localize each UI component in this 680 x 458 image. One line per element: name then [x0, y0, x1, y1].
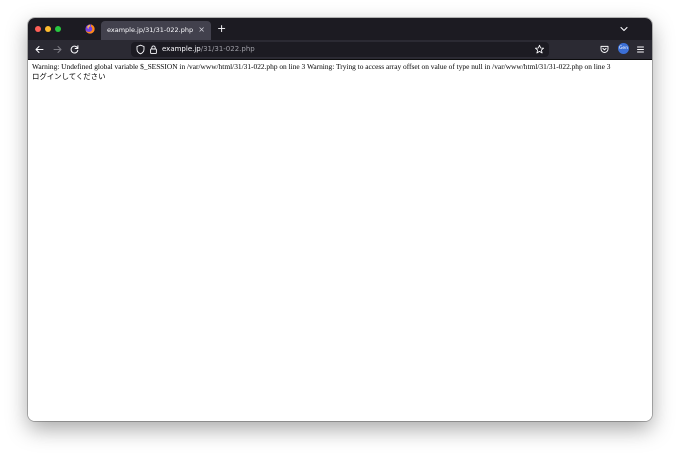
lock-icon[interactable] [148, 44, 159, 55]
star-icon[interactable] [534, 44, 545, 55]
back-arrow-icon[interactable] [34, 44, 45, 55]
window-close-button[interactable] [35, 26, 41, 32]
php-warning-text: Warning: Undefined global variable $_SES… [32, 62, 611, 71]
new-tab-button[interactable]: + [217, 22, 226, 36]
login-message: ログインしてください [32, 72, 106, 81]
window-maximize-button[interactable] [55, 26, 61, 32]
firefox-icon[interactable] [85, 24, 95, 34]
browser-window: example.jp/31/31-022.php × + example.jp/… [28, 18, 652, 421]
shield-icon[interactable] [135, 44, 146, 55]
chevron-down-icon[interactable] [619, 24, 629, 34]
url-text[interactable]: example.jp/31/31-022.php [162, 44, 255, 55]
navigation-toolbar: example.jp/31/31-022.php Gen [28, 40, 652, 60]
hamburger-menu-icon[interactable] [635, 44, 646, 55]
url-bar[interactable]: example.jp/31/31-022.php [131, 42, 549, 57]
reload-icon[interactable] [69, 44, 80, 55]
title-bar: example.jp/31/31-022.php × + [28, 18, 652, 40]
forward-arrow-icon[interactable] [52, 44, 63, 55]
page-content: Warning: Undefined global variable $_SES… [28, 60, 652, 421]
account-avatar[interactable]: Gen [618, 43, 629, 54]
tab-active[interactable]: example.jp/31/31-022.php × [101, 21, 211, 40]
tab-close-icon[interactable]: × [198, 25, 205, 35]
pocket-icon[interactable] [599, 44, 610, 55]
tab-title: example.jp/31/31-022.php [107, 26, 194, 34]
url-path: /31/31-022.php [200, 45, 255, 53]
url-host: example.jp [162, 45, 201, 53]
window-minimize-button[interactable] [45, 26, 51, 32]
